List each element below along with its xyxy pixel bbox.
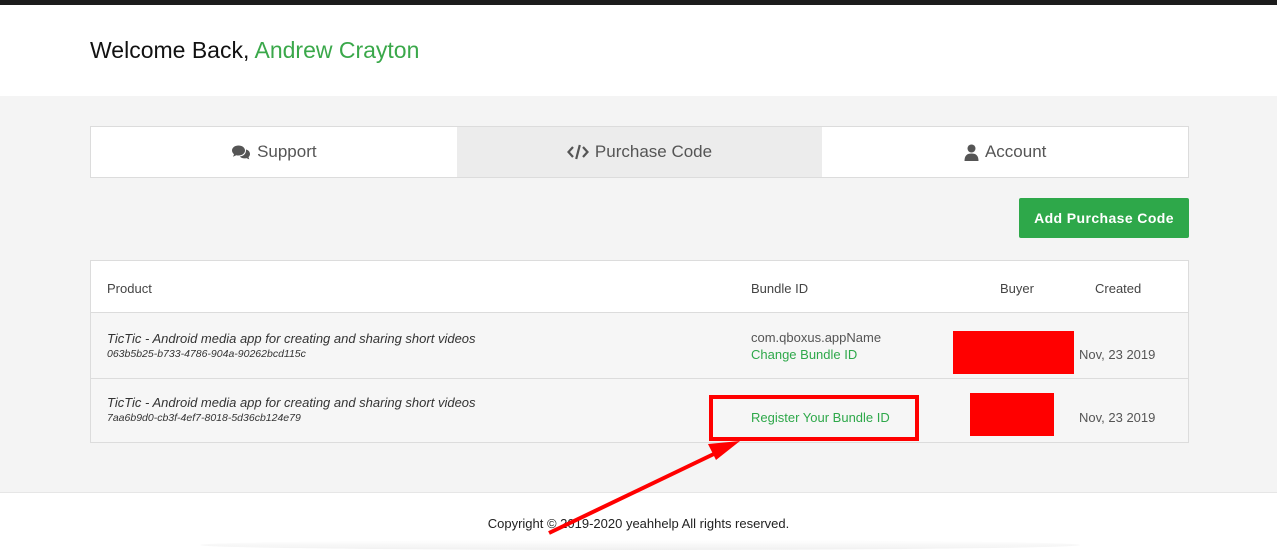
tab-account-label: Account [984,142,1047,161]
purchase-code: 063b5b25-b733-4786-904a-90262bcd115c [107,348,306,360]
bundle-id-value: com.qboxus.appName [751,330,882,345]
code-icon [566,144,589,160]
tab-purchase-code-label: Purchase Code [594,142,713,161]
product-name: TicTic - Android media app for creating … [107,331,476,346]
table-row: TicTic - Android media app for creating … [91,313,1188,379]
purchase-codes-table: Product Bundle ID Buyer Created TicTic -… [90,260,1189,443]
tab-support[interactable]: Support [91,127,457,177]
tab-bar: Support Purchase Code Account [90,126,1189,178]
tab-purchase-code[interactable]: Purchase Code [456,127,823,177]
welcome-header: Welcome Back, Andrew Crayton [0,5,1277,96]
column-bundle-id: Bundle ID [751,281,809,296]
page-title: Welcome Back, Andrew Crayton [90,37,419,64]
created-date: Nov, 23 2019 [1079,347,1156,362]
change-bundle-id-link[interactable]: Change Bundle ID [751,347,857,362]
add-purchase-code-button[interactable]: Add Purchase Code [1019,198,1189,238]
footer-shadow [200,540,1080,550]
greeting-text: Welcome Back, [90,37,250,63]
tab-account[interactable]: Account [822,127,1188,177]
user-name: Andrew Crayton [254,37,420,63]
column-product: Product [107,281,152,296]
table-header: Product Bundle ID Buyer Created [91,261,1188,313]
column-created: Created [1095,281,1142,296]
comments-icon [232,145,251,160]
table-row: TicTic - Android media app for creating … [91,379,1188,442]
tab-support-label: Support [257,142,317,161]
copyright-text: Copyright © 2019-2020 yeahhelp All right… [487,516,790,531]
buyer-redacted [953,331,1074,374]
product-name: TicTic - Android media app for creating … [107,395,476,410]
user-icon [964,144,979,161]
created-date: Nov, 23 2019 [1079,410,1156,425]
register-bundle-id-link[interactable]: Register Your Bundle ID [751,410,890,425]
purchase-code: 7aa6b9d0-cb3f-4ef7-8018-5d36cb124e79 [107,412,301,424]
buyer-redacted [970,393,1054,436]
column-buyer: Buyer [1000,281,1034,296]
